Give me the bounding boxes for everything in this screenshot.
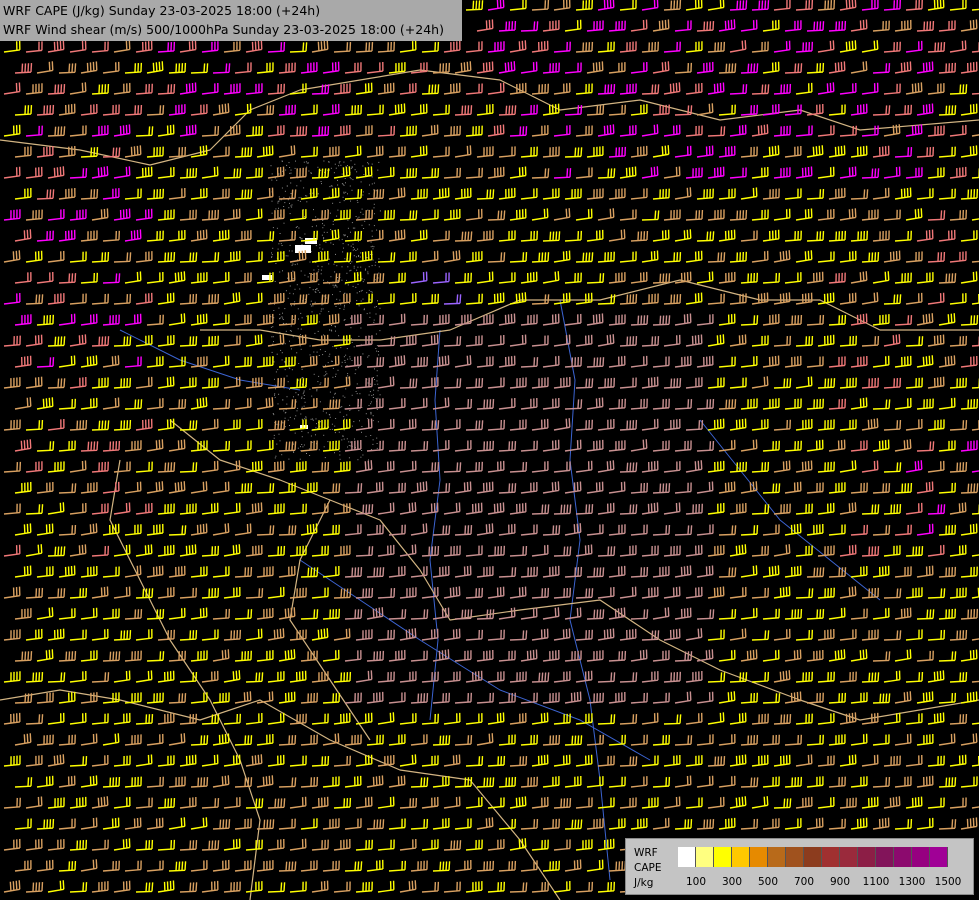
legend-swatch [876, 847, 894, 867]
legend-swatch [858, 847, 876, 867]
legend-tick-100: 100 [685, 876, 707, 888]
legend-swatch [912, 847, 930, 867]
legend-swatch [804, 847, 822, 867]
legend-tick-labels: 100 300 500 700 900 1100 1300 1500 [678, 876, 978, 890]
wind-shear-cape-map [0, 0, 979, 900]
legend-model-label: WRF [634, 847, 658, 859]
legend-swatch [732, 847, 750, 867]
legend-swatch [786, 847, 804, 867]
legend-swatch [768, 847, 786, 867]
legend-swatch [840, 847, 858, 867]
legend-tick-1500: 1500 [934, 876, 962, 888]
wind-shear-title: WRF Wind shear (m/s) 500/1000hPa Sunday … [3, 22, 444, 37]
legend-tick-500: 500 [757, 876, 779, 888]
cape-legend: WRF CAPE J/kg 100 300 500 700 900 1100 1300 150… [625, 838, 974, 895]
legend-field-label: CAPE [634, 862, 662, 874]
legend-swatch [714, 847, 732, 867]
legend-tick-700: 700 [793, 876, 815, 888]
map-title-box: WRF CAPE (J/kg) Sunday 23-03-2025 18:00 … [0, 0, 462, 41]
legend-unit-label: J/kg [634, 877, 654, 889]
legend-swatch [930, 847, 948, 867]
legend-swatch [894, 847, 912, 867]
legend-tick-900: 900 [829, 876, 851, 888]
legend-color-ramp [678, 847, 948, 867]
cape-title: WRF CAPE (J/kg) Sunday 23-03-2025 18:00 … [3, 3, 321, 18]
legend-tick-1300: 1300 [898, 876, 926, 888]
legend-swatch [696, 847, 714, 867]
legend-swatch [822, 847, 840, 867]
legend-tick-300: 300 [721, 876, 743, 888]
legend-swatch [678, 847, 696, 867]
legend-swatch [750, 847, 768, 867]
legend-tick-1100: 1100 [862, 876, 890, 888]
